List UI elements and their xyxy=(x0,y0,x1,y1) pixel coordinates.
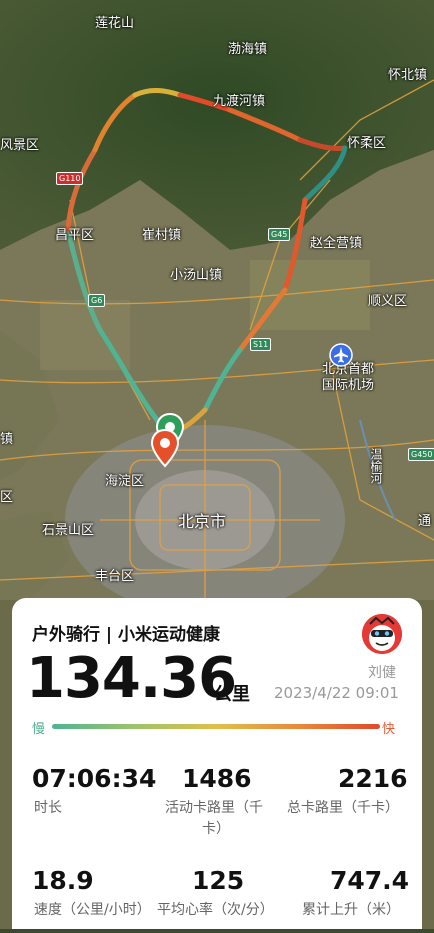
road-badge-g110: G110 xyxy=(56,172,84,185)
speed-legend-fast: 快 xyxy=(382,722,396,737)
map-label-wenyuhe: 温榆河 xyxy=(369,448,383,484)
map-label-lianhuashan: 莲花山 xyxy=(95,16,135,31)
map-label-huaibeizhen: 怀北镇 xyxy=(388,68,428,83)
map-label-huairouqu: 怀柔区 xyxy=(347,136,387,151)
stat-heart-rate-label: 平均心率（次/分） xyxy=(157,902,274,918)
stat-duration-value: 07:06:34 xyxy=(32,764,157,793)
map-label-zhen: 镇 xyxy=(0,432,14,447)
stat-total-calories-label: 总卡路里（千卡） xyxy=(287,800,399,816)
road-badge-g4501: G450 xyxy=(408,448,434,461)
road-badge-s11: S11 xyxy=(250,338,272,351)
stat-heart-rate-value: 125 xyxy=(192,866,245,895)
map-label-shunyiqu: 顺义区 xyxy=(368,294,408,309)
distance-unit: 公里 xyxy=(214,684,250,705)
road-badge-g6: G6 xyxy=(88,294,106,307)
map-label-cuicunzhen: 崔村镇 xyxy=(142,228,182,243)
end-marker-icon xyxy=(150,428,180,468)
stat-total-calories-value: 2216 xyxy=(338,764,408,793)
map-label-shijingshanqu: 石景山区 xyxy=(42,523,95,538)
stat-speed-label: 速度（公里/小时） xyxy=(34,902,151,918)
stat-elevation-gain-label: 累计上升（米） xyxy=(302,902,400,918)
map-label-bohaizhen: 渤海镇 xyxy=(228,42,268,57)
stat-active-calories-label-line2: 卡） xyxy=(202,821,230,837)
map-label-xiaotangshanzhen: 小汤山镇 xyxy=(170,268,223,283)
map-label-fengjingqu: 风景区 xyxy=(0,138,40,153)
map-label-qu: 区 xyxy=(0,490,14,505)
map-label-zhaoquanyingzhen: 赵全营镇 xyxy=(310,236,363,251)
speed-gradient-bar xyxy=(52,724,380,729)
stat-elevation-gain-value: 747.4 xyxy=(330,866,410,895)
stat-speed-value: 18.9 xyxy=(32,866,94,895)
airport-icon xyxy=(329,343,353,367)
road-badge-g45: G45 xyxy=(268,228,291,241)
user-name: 刘健 xyxy=(368,665,396,681)
stat-active-calories-value: 1486 xyxy=(182,764,252,793)
avatar-icon xyxy=(362,614,402,654)
stat-active-calories-label-line1: 活动卡路里（千 xyxy=(165,800,263,816)
card-title: 户外骑行 | 小米运动健康 xyxy=(32,625,221,645)
speed-legend-slow: 慢 xyxy=(32,722,46,737)
map-label-jiuduhezhen: 九渡河镇 xyxy=(213,94,266,109)
map-label-tong: 通 xyxy=(418,514,432,529)
distance-value: 134.36 xyxy=(26,646,237,711)
avatar[interactable] xyxy=(362,614,402,654)
map-label-beijingshi: 北京市 xyxy=(178,512,227,531)
map-label-haidianqu: 海淀区 xyxy=(105,474,145,489)
workout-summary-card: 户外骑行 | 小米运动健康 刘健 134.36 公里 2023/4/22 09:… xyxy=(12,598,422,929)
stat-duration-label: 时长 xyxy=(34,800,62,816)
map-label-fengtaiqu: 丰台区 xyxy=(95,569,135,584)
map-label-changpingqu: 昌平区 xyxy=(55,228,95,243)
workout-datetime: 2023/4/22 09:01 xyxy=(274,684,399,702)
